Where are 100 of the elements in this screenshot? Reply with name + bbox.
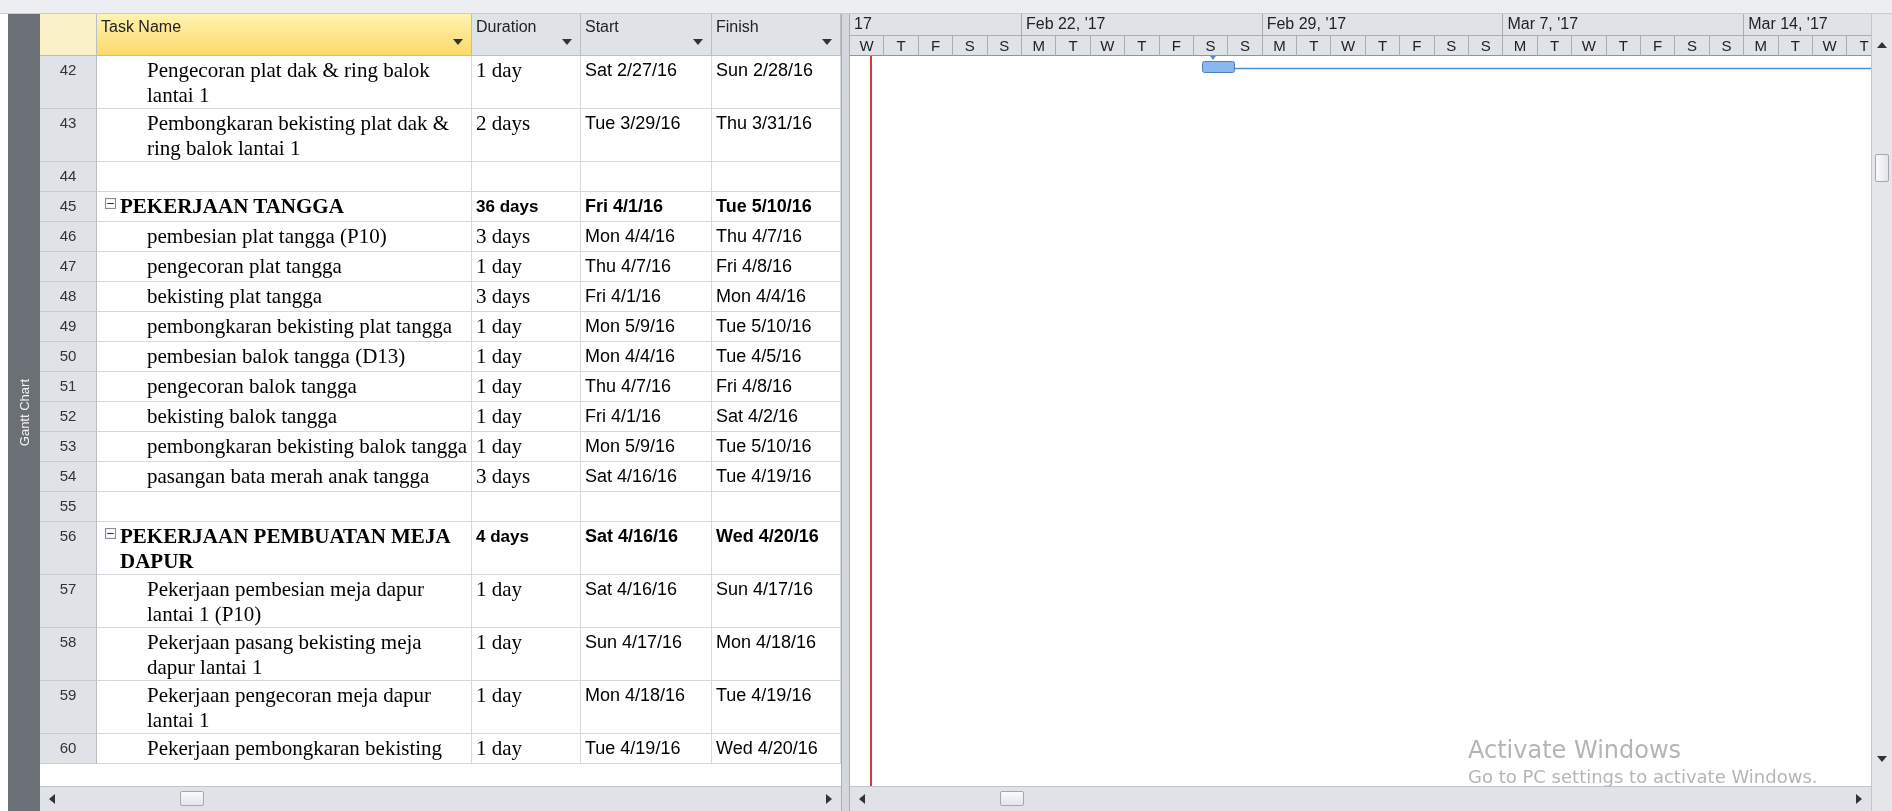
task-name: pembesian plat tangga (P10) [147,224,387,249]
finish-date: Thu 3/31/16 [716,112,813,135]
view-bar[interactable]: Gantt Chart [8,14,40,811]
column-header[interactable]: Task Name [97,14,472,56]
row-number: 51 [40,372,97,402]
day-label: T [1297,36,1332,56]
finish-date: Sun 2/28/16 [716,59,814,82]
summary-task-name: PEKERJAAN TANGGA [120,194,344,219]
caret-icon[interactable] [562,39,572,45]
row-number: 46 [40,222,97,252]
finish-date: Wed 4/20/16 [716,737,818,760]
day-label: M [1744,36,1779,56]
horizontal-scrollbar[interactable] [40,786,841,811]
column-header[interactable]: Start [581,14,712,56]
start-date: Mon 4/4/16 [585,345,676,368]
finish-date: Wed 4/20/16 [716,525,819,548]
duration: 1 day [476,314,523,339]
day-label: F [1159,36,1194,56]
start-date: Sat 4/16/16 [585,578,678,601]
start-date: Mon 5/9/16 [585,435,676,458]
finish-date: Tue 5/10/16 [716,435,812,458]
horizontal-scrollbar[interactable] [850,786,1871,811]
collapse-icon[interactable] [105,528,116,539]
day-label: T [884,36,919,56]
select-all-cell[interactable] [40,14,97,56]
scroll-right-icon[interactable] [1855,794,1863,804]
start-date: Fri 4/1/16 [585,285,662,308]
duration: 1 day [476,344,523,369]
scroll-left-icon[interactable] [48,794,56,804]
day-label: S [953,36,988,56]
view-label: Gantt Chart [16,378,32,447]
row-number: 44 [40,162,97,192]
row-number: 42 [40,56,97,109]
day-label: T [1537,36,1573,56]
week-label: Feb 22, '17 [1021,14,1263,36]
scroll-right-icon[interactable] [825,794,833,804]
day-label: T [1365,36,1401,56]
row-number: 52 [40,402,97,432]
task-name: pembongkaran bekisting plat tangga [147,314,452,339]
duration: 3 days [476,284,531,309]
day-label: M [1262,36,1298,56]
duration: 1 day [476,254,523,279]
day-label: S [1709,36,1745,56]
duration: 3 days [476,224,531,249]
vertical-scrollbar[interactable] [1871,14,1892,811]
task-name: Pekerjaan pasang bekisting meja dapur lantai 1 [147,630,423,680]
start-date: Sat 4/16/16 [585,525,679,548]
finish-date: Sat 4/2/16 [716,405,799,428]
day-label: W [1090,36,1126,56]
scroll-thumb[interactable] [1000,791,1024,806]
duration: 1 day [476,404,523,429]
day-label: T [1125,36,1160,56]
scroll-thumb[interactable] [1875,154,1889,182]
task-name: Pekerjaan pembongkaran bekisting [147,736,443,761]
start-date: Fri 4/1/16 [585,195,664,218]
scroll-thumb[interactable] [180,791,204,806]
finish-date: Tue 4/19/16 [716,465,812,488]
day-label: S [1434,36,1470,56]
week-label: Mar 14, '17 [1744,14,1871,36]
row-number: 43 [40,109,97,162]
task-name: pasangan bata merah anak tangga [147,464,430,489]
week-label: Mar 7, '17 [1503,14,1745,36]
day-label: S [1228,36,1263,56]
scroll-left-icon[interactable] [858,794,866,804]
duration: 36 days [476,196,539,218]
week-label: 17 [850,14,1022,36]
scroll-up-icon[interactable] [1877,40,1887,50]
column-header[interactable]: Finish [712,14,841,56]
caret-icon[interactable] [693,39,703,45]
finish-date: Sun 4/17/16 [716,578,814,601]
day-label: W [1331,36,1366,56]
start-date: Thu 4/7/16 [585,255,672,278]
row-number: 60 [40,734,97,764]
day-label: S [1469,36,1504,56]
caret-icon[interactable] [453,39,463,45]
finish-date: Fri 4/8/16 [716,255,793,278]
finish-date: Tue 5/10/16 [716,315,812,338]
start-date: Tue 3/29/16 [585,112,681,135]
start-date: Tue 4/19/16 [585,737,681,760]
day-label: W [1572,36,1607,56]
column-header[interactable]: Duration [472,14,581,56]
duration: 1 day [476,683,523,708]
day-label: T [1847,36,1871,56]
day-label: W [850,36,885,56]
row-number: 47 [40,252,97,282]
task-name: Pekerjaan pembesian meja dapur lantai 1 (P10) [147,577,425,627]
day-label: S [1193,36,1229,56]
day-label: T [1778,36,1813,56]
finish-date: Thu 4/7/16 [716,225,803,248]
start-date: Sun 4/17/16 [585,631,683,654]
scroll-down-icon[interactable] [1877,754,1887,764]
collapse-icon[interactable] [105,198,116,209]
row-number: 56 [40,522,97,575]
task-name: pembongkaran bekisting balok tangga [147,434,468,459]
day-label: T [1606,36,1641,56]
row-number: 45 [40,192,97,222]
day-label: W [1812,36,1848,56]
row-number: 53 [40,432,97,462]
caret-icon[interactable] [822,39,832,45]
start-date: Mon 5/9/16 [585,315,676,338]
